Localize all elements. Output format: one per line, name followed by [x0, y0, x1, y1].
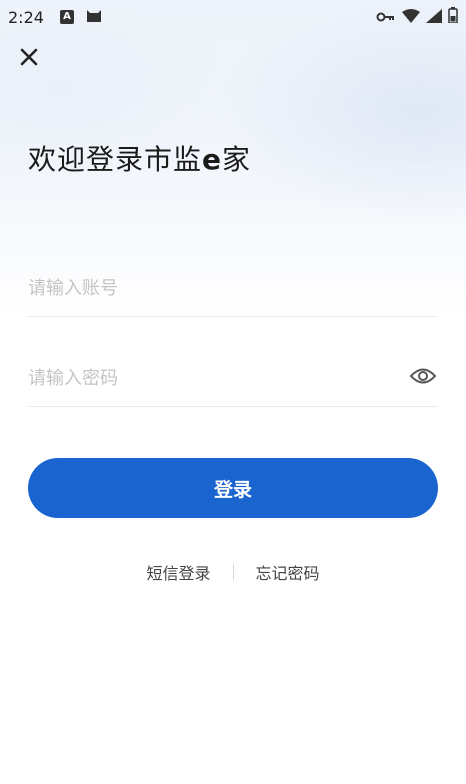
account-field [28, 266, 438, 317]
title-prefix: 欢迎登录市监 [28, 143, 203, 176]
links-divider [232, 564, 234, 580]
close-button[interactable] [16, 46, 42, 72]
login-button[interactable]: 登录 [28, 458, 438, 518]
account-input[interactable] [28, 266, 388, 310]
signal-icon [426, 8, 442, 27]
toggle-password-visibility-button[interactable] [408, 366, 438, 390]
battery-icon [448, 7, 458, 27]
a-icon: A [59, 10, 74, 24]
sms-login-link[interactable]: 短信登录 [146, 560, 210, 584]
password-field [28, 356, 438, 407]
secondary-links: 短信登录 忘记密码 [0, 560, 466, 584]
status-right-icons [376, 7, 458, 27]
cat-icon [86, 8, 102, 27]
title-highlight: e [202, 143, 223, 176]
eye-icon [409, 367, 437, 389]
close-icon [20, 48, 38, 70]
page-title: 欢迎登录市监e家 [28, 138, 251, 178]
status-time: 2:24 [8, 7, 44, 27]
password-input[interactable] [28, 356, 388, 400]
wifi-icon [402, 8, 420, 27]
key-icon [376, 8, 396, 27]
forgot-password-link[interactable]: 忘记密码 [256, 560, 320, 584]
title-suffix: 家 [222, 143, 252, 176]
status-bar: 2:24 A [0, 0, 466, 34]
